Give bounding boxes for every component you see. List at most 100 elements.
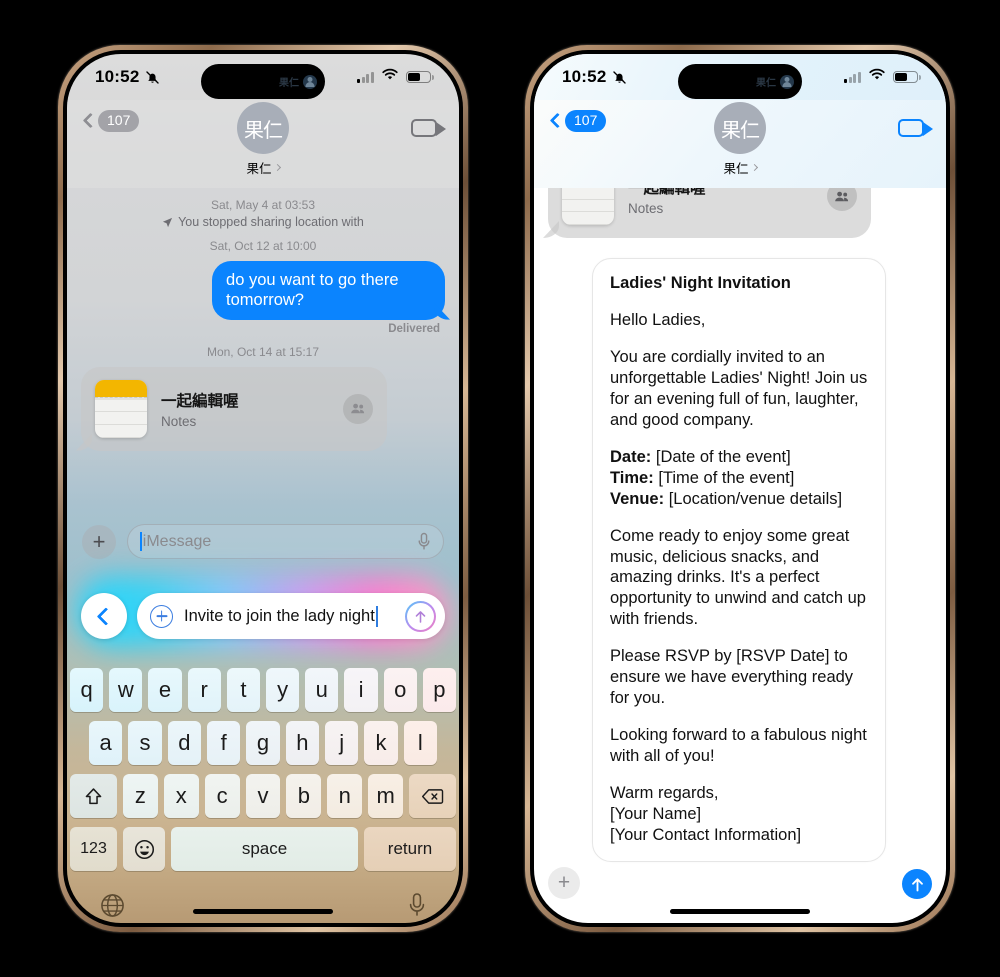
draft-body-4: Looking forward to a fabulous night with… [610, 726, 867, 766]
key-w[interactable]: w [109, 668, 143, 712]
draft-body-2: Come ready to enjoy some great music, de… [610, 526, 866, 629]
delivery-status: Delivered [388, 322, 440, 335]
unread-badge: 107 [98, 110, 140, 132]
chevron-left-icon [96, 606, 115, 626]
contact-header-right[interactable]: 果仁 果仁 [714, 100, 766, 177]
keyboard-row-4: 123 space return [70, 827, 456, 871]
nav-bar-left: 107 果仁 果仁 [67, 100, 459, 188]
contact-avatar-icon [303, 74, 317, 89]
wifi-icon [868, 68, 886, 86]
key-k[interactable]: k [364, 721, 398, 765]
video-camera-icon[interactable] [898, 119, 933, 137]
key-i[interactable]: i [344, 668, 378, 712]
key-b[interactable]: b [286, 774, 322, 818]
screenshot-stage: 10:52 果仁 107 果仁 果仁 Sat, May 4 at 03:53 Y… [0, 0, 1000, 977]
arrow-up-icon[interactable] [902, 869, 932, 899]
chevron-right-icon [273, 163, 281, 172]
microphone-icon[interactable] [408, 892, 426, 923]
note-card-title: 一起編輯喔 [161, 392, 239, 410]
phone-left-bezel: 10:52 果仁 107 果仁 果仁 Sat, May 4 at 03:53 Y… [63, 50, 463, 927]
globe-icon[interactable] [100, 893, 125, 923]
key-p[interactable]: p [422, 668, 457, 712]
text-caret [375, 605, 378, 627]
return-key[interactable]: return [364, 827, 456, 871]
cellular-bars-icon [357, 71, 374, 83]
contact-header-left[interactable]: 果仁 果仁 [237, 100, 289, 177]
bell-slash-icon [611, 69, 628, 86]
message-row-outgoing: do you want to go there tomorrow? [81, 261, 445, 320]
microphone-icon[interactable] [417, 532, 432, 552]
space-key[interactable]: space [171, 827, 358, 871]
key-y[interactable]: y [266, 668, 300, 712]
numbers-key[interactable]: 123 [70, 827, 117, 871]
note-card-app: Notes [628, 201, 664, 216]
composer-right: + [534, 867, 946, 899]
key-u[interactable]: u [305, 668, 339, 712]
message-row-note-card: 一起編輯喔 Notes [81, 366, 445, 451]
siri-text-field[interactable]: Invite to join the lady night [137, 593, 445, 639]
key-x[interactable]: x [163, 774, 199, 818]
draft-title: Ladies' Night Invitation [610, 274, 791, 292]
key-l[interactable]: l [403, 721, 437, 765]
circle-plus-icon[interactable] [150, 604, 173, 628]
system-notice-text: You stopped sharing location with [178, 215, 364, 229]
notes-link-card-left[interactable]: 一起編輯喔 Notes [81, 366, 387, 451]
siri-input-bar: Invite to join the lady night [67, 576, 459, 648]
video-camera-icon[interactable] [411, 119, 446, 137]
battery-icon [406, 70, 434, 84]
key-z[interactable]: z [122, 774, 158, 818]
phone-left-screen: 10:52 果仁 107 果仁 果仁 Sat, May 4 at 03:53 Y… [67, 54, 459, 923]
home-indicator [670, 909, 810, 914]
siri-back-button[interactable] [81, 593, 127, 639]
draft-intro: You are cordially invited to an unforget… [610, 347, 868, 429]
phone-left: 10:52 果仁 107 果仁 果仁 Sat, May 4 at 03:53 Y… [58, 45, 468, 932]
key-t[interactable]: t [226, 668, 260, 712]
arrow-up-circle-icon[interactable] [405, 601, 436, 632]
text-caret [140, 532, 142, 551]
key-a[interactable]: a [89, 721, 123, 765]
dynamic-island: 果仁 [201, 64, 325, 99]
keyboard-row-2: a s d f g h j k l [70, 721, 456, 765]
draft-message-bubble[interactable]: Ladies' Night Invitation Hello Ladies, Y… [592, 258, 886, 862]
people-group-icon [342, 393, 373, 424]
back-button-right[interactable]: 107 [549, 110, 607, 132]
backspace-icon[interactable] [409, 774, 456, 818]
key-c[interactable]: c [204, 774, 240, 818]
key-e[interactable]: e [148, 668, 182, 712]
chevron-right-icon [750, 163, 758, 172]
imessage-composer-left: + iMessage [67, 524, 459, 559]
key-n[interactable]: n [327, 774, 363, 818]
keyboard-bottom-row [70, 880, 456, 923]
plus-icon[interactable]: + [82, 524, 116, 559]
key-o[interactable]: o [383, 668, 417, 712]
message-bubble-outgoing[interactable]: do you want to go there tomorrow? [212, 261, 445, 320]
draft-signoff-block: Warm regards, [Your Name] [Your Contact … [610, 783, 868, 846]
emoji-smiley-icon[interactable] [123, 827, 165, 871]
key-v[interactable]: v [245, 774, 281, 818]
key-m[interactable]: m [368, 774, 404, 818]
key-r[interactable]: r [187, 668, 221, 712]
location-arrow-icon [162, 217, 173, 228]
back-button-left[interactable]: 107 [82, 110, 140, 132]
siri-query-text: Invite to join the lady night [184, 605, 394, 627]
key-h[interactable]: h [285, 721, 319, 765]
shift-arrow-icon[interactable] [70, 774, 117, 818]
plus-icon[interactable]: + [548, 867, 580, 899]
phone-right-screen: 10:52 果仁 107 果仁 果仁 一起編輯喔 Notes Ladies' N… [534, 54, 946, 923]
notes-app-icon [95, 379, 147, 438]
key-f[interactable]: f [207, 721, 241, 765]
key-j[interactable]: j [324, 721, 359, 765]
draft-body-3: Please RSVP by [RSVP Date] to ensure we … [610, 647, 854, 708]
island-contact-label: 果仁 [756, 78, 776, 89]
key-d[interactable]: d [167, 721, 201, 765]
note-card-app: Notes [161, 413, 197, 429]
timestamp-system: Sat, May 4 at 03:53 [210, 198, 316, 212]
contact-name-text: 果仁 [723, 162, 749, 176]
dynamic-island: 果仁 [678, 64, 802, 99]
imessage-input[interactable]: iMessage [127, 524, 444, 559]
key-s[interactable]: s [128, 721, 162, 765]
key-q[interactable]: q [69, 668, 104, 712]
keyboard-row-3: z x c v b n m [70, 774, 456, 818]
phone-right-bezel: 10:52 果仁 107 果仁 果仁 一起編輯喔 Notes Ladies' N… [530, 50, 950, 927]
key-g[interactable]: g [246, 721, 280, 765]
